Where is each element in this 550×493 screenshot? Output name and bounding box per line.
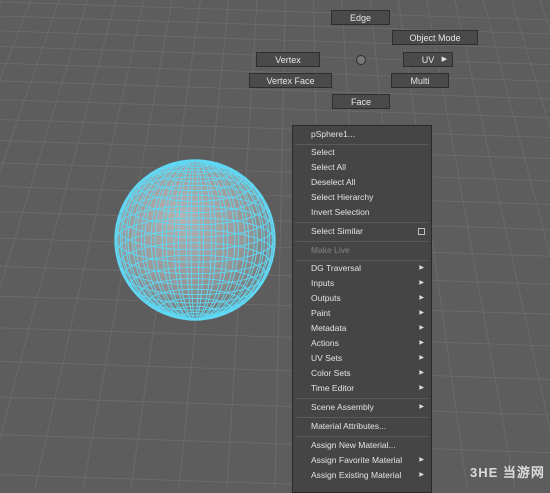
menu-item-select[interactable]: Select: [293, 145, 431, 160]
option-box-icon[interactable]: [418, 228, 425, 235]
menu-divider: [295, 241, 429, 242]
mm-face-button[interactable]: Face: [332, 94, 390, 109]
submenu-arrow-icon: ▶: [419, 355, 424, 361]
menu-divider: [295, 436, 429, 437]
menu-item-paint[interactable]: Paint ▶: [293, 306, 431, 321]
menu-item-actions[interactable]: Actions ▶: [293, 336, 431, 351]
mm-object-mode-button[interactable]: Object Mode: [392, 30, 478, 45]
menu-item-select-hierarchy[interactable]: Select Hierarchy: [293, 190, 431, 205]
menu-item-deselect-all[interactable]: Deselect All: [293, 175, 431, 190]
menu-divider: [295, 222, 429, 223]
menu-item-inputs[interactable]: Inputs ▶: [293, 276, 431, 291]
menu-item-select-similar[interactable]: Select Similar: [293, 224, 431, 239]
menu-item-material-attributes[interactable]: Material Attributes...: [293, 419, 431, 434]
menu-item-scene-assembly[interactable]: Scene Assembly ▶: [293, 400, 431, 415]
context-menu: pSphere1... Select Select All Deselect A…: [292, 125, 432, 493]
submenu-arrow-icon: ▶: [419, 370, 424, 376]
menu-divider: [295, 398, 429, 399]
mm-edge-button[interactable]: Edge: [331, 10, 390, 25]
watermark-logo: 3HE 当游网: [470, 465, 545, 480]
menu-item-assign-existing-material[interactable]: Assign Existing Material ▶: [293, 468, 431, 483]
submenu-arrow-icon: ▶: [419, 385, 424, 391]
menu-item-time-editor[interactable]: Time Editor ▶: [293, 381, 431, 396]
submenu-arrow-icon: ▶: [441, 56, 447, 63]
menu-item-make-live: Make Live: [311, 245, 350, 255]
submenu-arrow-icon: ▶: [419, 404, 424, 410]
mm-multi-button[interactable]: Multi: [391, 73, 449, 88]
menu-item-invert-selection[interactable]: Invert Selection: [293, 205, 431, 220]
submenu-arrow-icon: ▶: [419, 310, 424, 316]
menu-item-assign-new-material[interactable]: Assign New Material...: [293, 438, 431, 453]
submenu-arrow-icon: ▶: [419, 280, 424, 286]
mm-vertex-face-button[interactable]: Vertex Face: [249, 73, 332, 88]
menu-item-outputs[interactable]: Outputs ▶: [293, 291, 431, 306]
menu-header-psphere1[interactable]: pSphere1...: [293, 127, 431, 142]
submenu-arrow-icon: ▶: [419, 265, 424, 271]
menu-item-dg-traversal[interactable]: DG Traversal ▶: [293, 261, 431, 276]
mm-uv-button[interactable]: UV ▶: [403, 52, 453, 67]
submenu-arrow-icon: ▶: [419, 295, 424, 301]
submenu-arrow-icon: ▶: [419, 457, 424, 463]
submenu-arrow-icon: ▶: [419, 340, 424, 346]
mm-vertex-button[interactable]: Vertex: [256, 52, 320, 67]
submenu-arrow-icon: ▶: [419, 325, 424, 331]
sphere-psphere1[interactable]: [114, 159, 276, 321]
menu-divider: [295, 417, 429, 418]
menu-item-uv-sets[interactable]: UV Sets ▶: [293, 351, 431, 366]
submenu-arrow-icon: ▶: [419, 472, 424, 478]
menu-item-assign-favorite-material[interactable]: Assign Favorite Material ▶: [293, 453, 431, 468]
menu-item-color-sets[interactable]: Color Sets ▶: [293, 366, 431, 381]
menu-item-metadata[interactable]: Metadata ▶: [293, 321, 431, 336]
menu-item-select-all[interactable]: Select All: [293, 160, 431, 175]
marking-menu-center: [356, 55, 366, 65]
